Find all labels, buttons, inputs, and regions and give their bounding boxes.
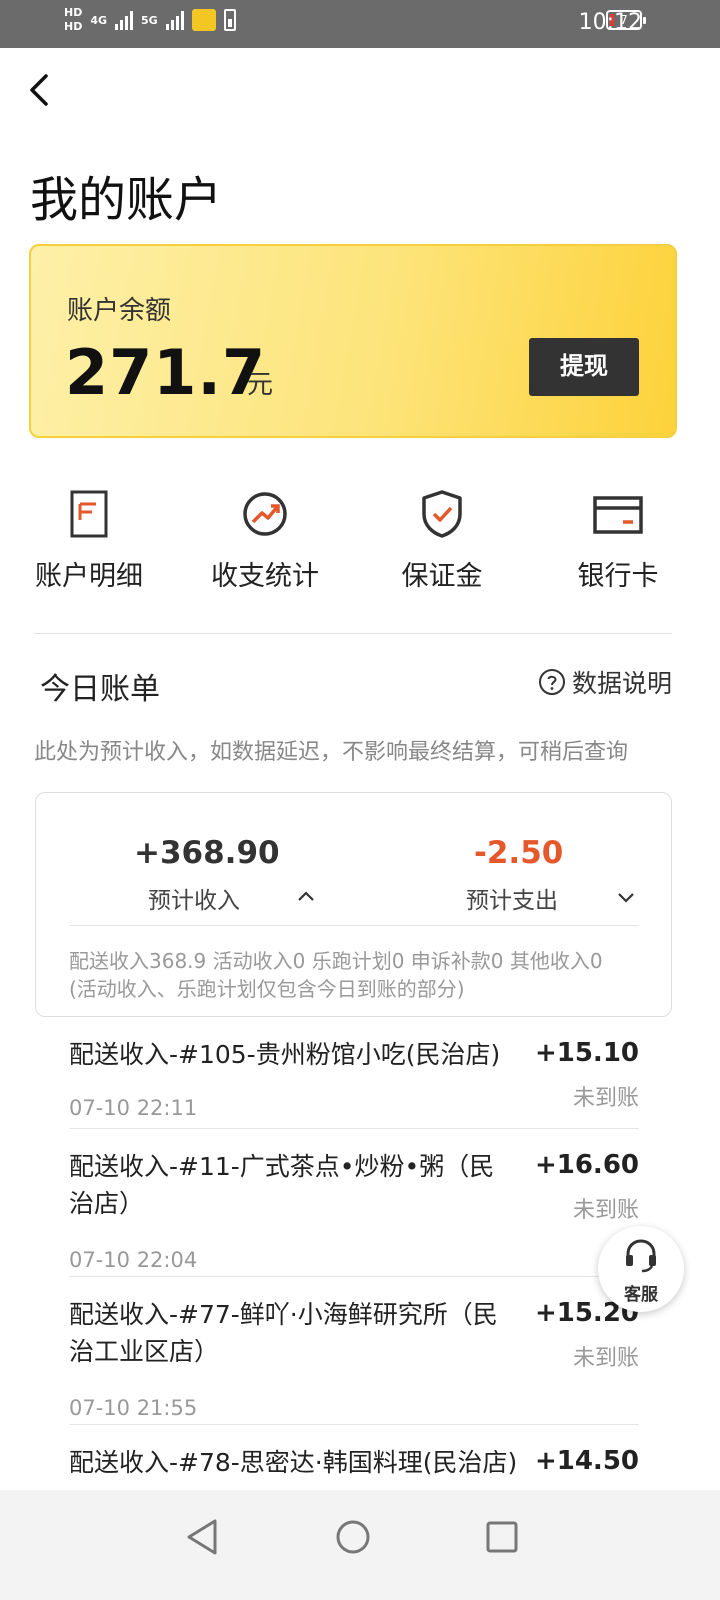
transaction-amount: +14.50 (534, 1446, 639, 1476)
transaction-title: 配送收入-#77-鲜吖·小海鲜研究所（民治工业区店） (69, 1300, 498, 1366)
balance-amount: 271.7 (65, 336, 267, 409)
status-bar: HD HD 4G 5G 7 10:12 (0, 0, 720, 48)
network2-label: 5G (141, 13, 158, 27)
status-time: 10:12 (578, 10, 642, 35)
signal-icon-2 (165, 10, 184, 30)
balance-unit: 元 (247, 370, 274, 400)
expense-value: -2.50 (474, 835, 564, 871)
bank-card-icon (593, 496, 643, 534)
transaction-title: 配送收入-#11-广式茶点•炒粉•粥（民治店） (69, 1152, 495, 1218)
balance-label: 账户余额 (67, 296, 172, 326)
chevron-down-icon[interactable] (616, 892, 636, 904)
quick-item-statistics[interactable]: 收支统计 (180, 480, 350, 600)
row-divider (69, 1424, 639, 1425)
row-divider (69, 1128, 639, 1129)
transaction-amount: +15.10 (534, 1038, 639, 1068)
quick-item-label: 保证金 (401, 561, 483, 592)
hd-indicator: HD HD (64, 6, 82, 34)
network1-label: 4G (90, 13, 108, 27)
chevron-up-icon[interactable] (296, 890, 316, 902)
transaction-row[interactable]: 配送收入-#11-广式茶点•炒粉•粥（民治店） 07-10 22:04 +16.… (69, 1148, 639, 1296)
transaction-time: 07-10 21:55 (69, 1396, 198, 1420)
balance-card: 账户余额 271.7 元 提现 (29, 244, 677, 438)
today-bill-title: 今日账单 (40, 672, 160, 707)
system-nav-bar (0, 1490, 720, 1600)
home-circle-icon[interactable] (328, 1512, 378, 1562)
transaction-row[interactable]: 配送收入-#77-鲜吖·小海鲜研究所（民治工业区店） 07-10 21:55 +… (69, 1296, 639, 1444)
transaction-status: 未到账 (572, 1346, 639, 1371)
quick-item-label: 账户明细 (35, 561, 143, 592)
customer-service-label: 客服 (624, 1285, 658, 1305)
bill-note: 此处为预计收入，如数据延迟，不影响最终结算，可稍后查询 (34, 740, 629, 765)
back-button[interactable] (22, 70, 62, 110)
summary-divider (69, 925, 639, 926)
app-notification-icon (191, 9, 216, 31)
quick-item-label: 银行卡 (577, 561, 659, 592)
transaction-title: 配送收入-#105-贵州粉馆小吃(民治店) (69, 1040, 501, 1069)
summary-detail-line2: (活动收入、乐跑计划仅包含今日到账的部分) (69, 977, 465, 1001)
income-value: +368.90 (134, 835, 280, 871)
income-label: 预计收入 (148, 888, 240, 914)
document-icon (70, 490, 108, 538)
recents-square-icon[interactable] (477, 1512, 527, 1562)
transaction-time: 07-10 22:04 (69, 1248, 198, 1272)
signal-icon (115, 10, 134, 30)
transaction-status: 未到账 (572, 1086, 639, 1111)
section-divider (34, 633, 672, 634)
transaction-title: 配送收入-#78-思密达·韩国料理(民治店) (69, 1448, 518, 1477)
quick-item-bank-card[interactable]: 银行卡 (533, 480, 703, 600)
hd1-label: HD (64, 6, 83, 19)
help-circle-icon (538, 669, 565, 695)
data-explain-label: 数据说明 (571, 669, 672, 698)
quick-menu: 账户明细 收支统计 保证金 银行卡 (0, 480, 720, 600)
row-divider (69, 1276, 639, 1277)
quick-item-account-detail[interactable]: 账户明细 (4, 480, 174, 600)
summary-card: +368.90 预计收入 -2.50 预计支出 配送收入368.9 活动收入0 … (35, 792, 672, 1017)
battery-saver-icon (223, 9, 236, 31)
headset-icon (626, 1239, 656, 1273)
quick-item-label: 收支统计 (211, 561, 319, 592)
chevron-left-icon (30, 74, 48, 106)
transaction-time: 07-10 22:11 (69, 1096, 198, 1120)
customer-service-button[interactable]: 客服 (598, 1226, 684, 1312)
hd2-label: HD (64, 20, 83, 33)
back-triangle-icon[interactable] (177, 1512, 227, 1562)
transaction-amount: +16.60 (534, 1150, 639, 1180)
shield-check-icon (422, 490, 462, 538)
trend-chart-icon (243, 492, 287, 536)
data-explain-link[interactable]: 数据说明 (538, 664, 672, 700)
summary-detail-line1: 配送收入368.9 活动收入0 乐跑计划0 申诉补款0 其他收入0 (69, 949, 603, 973)
page-title: 我的账户 (30, 172, 223, 228)
summary-detail: 配送收入368.9 活动收入0 乐跑计划0 申诉补款0 其他收入0 (活动收入、… (69, 947, 603, 1003)
expense-label: 预计支出 (466, 888, 558, 914)
withdraw-button[interactable]: 提现 (529, 338, 639, 396)
quick-item-deposit[interactable]: 保证金 (357, 480, 527, 600)
transaction-status: 未到账 (572, 1198, 639, 1223)
